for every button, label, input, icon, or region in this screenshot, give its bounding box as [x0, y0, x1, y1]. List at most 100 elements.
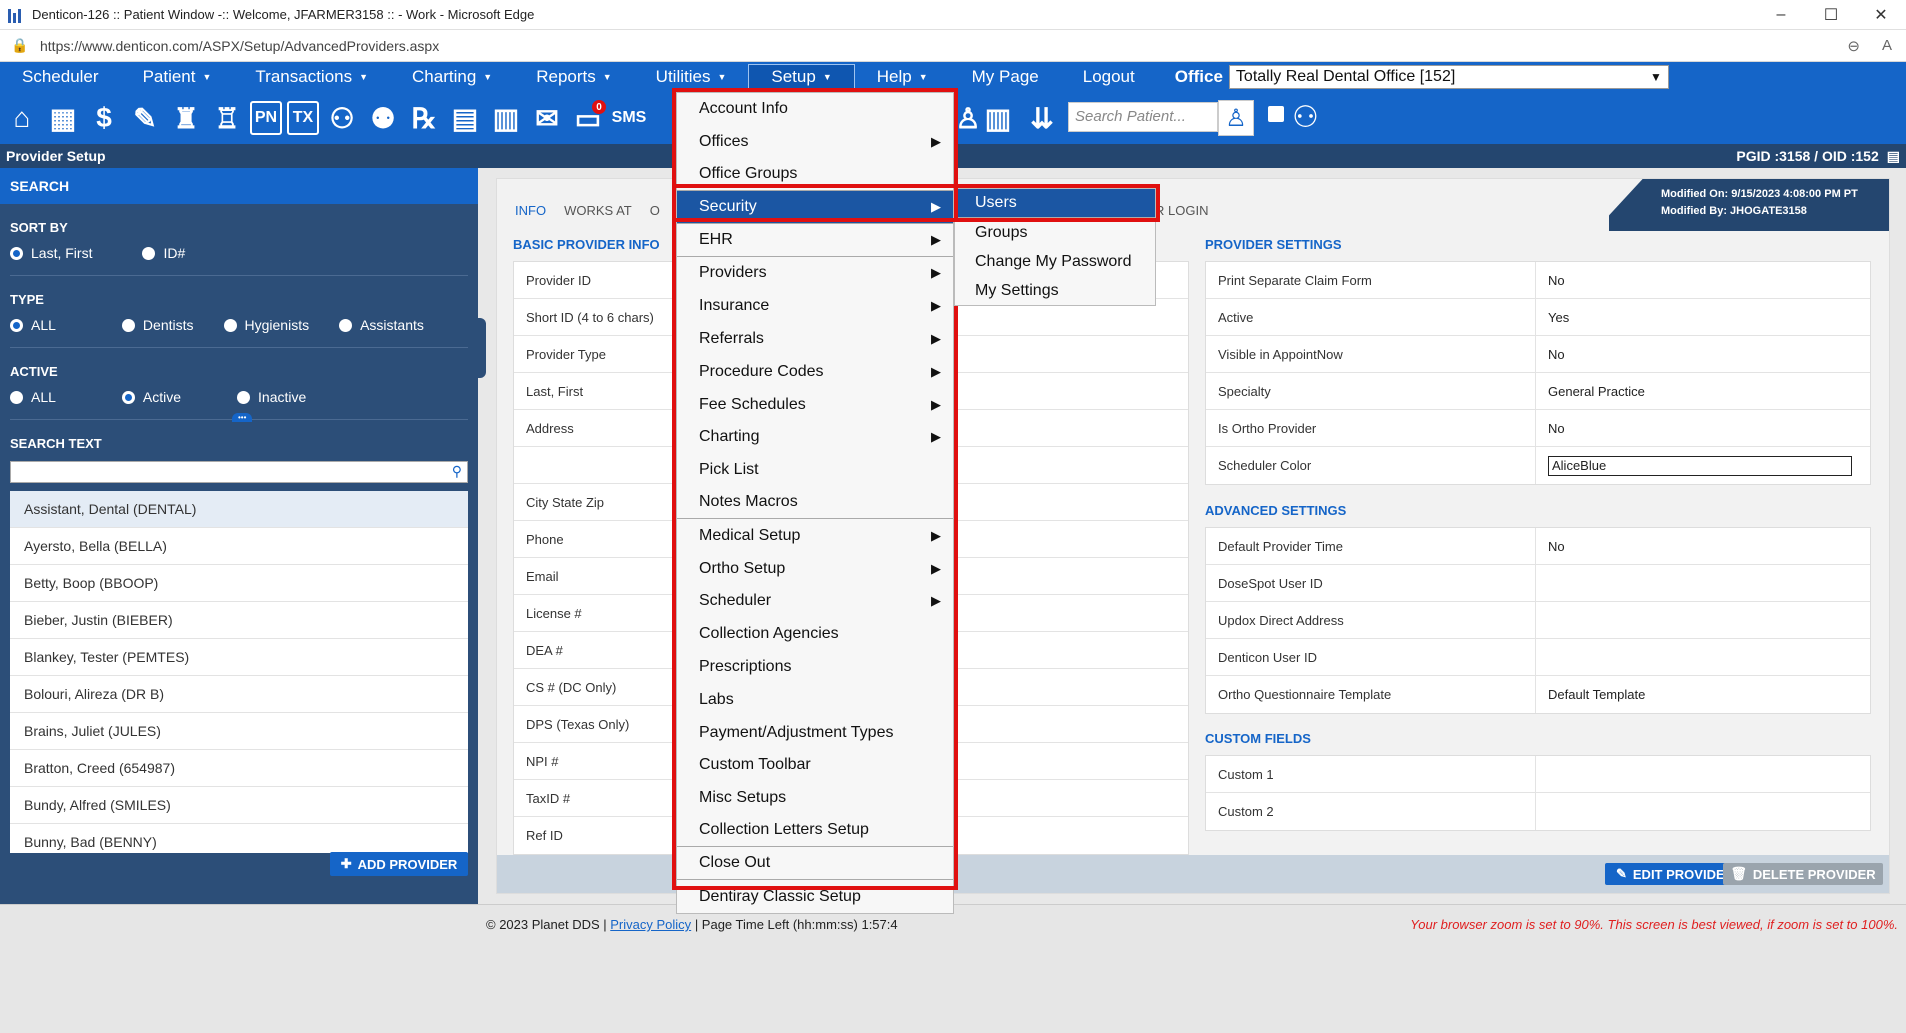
- group-icon[interactable]: ⚇: [1292, 100, 1319, 135]
- tab-works-at[interactable]: WORKS AT: [564, 203, 632, 218]
- radio-active[interactable]: Active: [121, 389, 181, 405]
- nav-reports[interactable]: Reports ▼: [514, 62, 633, 92]
- radio-dentists[interactable]: Dentists: [121, 317, 194, 333]
- setup-menu-labs[interactable]: Labs: [677, 683, 953, 716]
- setup-menu-pick-list[interactable]: Pick List: [677, 454, 953, 487]
- provider-list-item[interactable]: Assistant, Dental (DENTAL): [10, 491, 468, 528]
- toolbar-checkbox[interactable]: [1268, 106, 1284, 122]
- provider-list-item[interactable]: Betty, Boop (BBOOP): [10, 565, 468, 602]
- radio-id-[interactable]: ID#: [142, 245, 185, 261]
- mail-icon[interactable]: ✉: [529, 98, 565, 138]
- security-menu-my-settings[interactable]: My Settings: [955, 276, 1155, 305]
- setup-menu-referrals[interactable]: Referrals ▶: [677, 323, 953, 356]
- menu-item-label: Office Groups: [699, 165, 798, 183]
- printer-icon[interactable]: ▤: [1887, 148, 1900, 165]
- rx-icon[interactable]: ℞: [406, 98, 442, 138]
- setup-menu-offices[interactable]: Offices ▶: [677, 126, 953, 159]
- setup-menu-charting[interactable]: Charting ▶: [677, 421, 953, 454]
- setup-menu-custom-toolbar[interactable]: Custom Toolbar: [677, 749, 953, 782]
- nav-scheduler[interactable]: Scheduler: [0, 62, 121, 92]
- edit-chart-icon[interactable]: ✎: [127, 98, 163, 138]
- tab-login[interactable]: R LOGIN: [1155, 203, 1208, 218]
- more-handle[interactable]: •••: [232, 413, 253, 422]
- patient-search-icon[interactable]: ♙: [1218, 100, 1254, 136]
- add-patient-icon[interactable]: ⚇: [324, 98, 360, 138]
- provider-list-item[interactable]: Bunny, Bad (BENNY): [10, 824, 468, 853]
- setup-menu-account-info[interactable]: Account Info: [677, 93, 953, 126]
- calendar-icon[interactable]: ▦: [45, 98, 81, 138]
- setup-menu-scheduler[interactable]: Scheduler ▶: [677, 585, 953, 618]
- close-button[interactable]: ✕: [1856, 0, 1906, 30]
- provider-list-item[interactable]: Bolouri, Alireza (DR B): [10, 676, 468, 713]
- setup-menu-dentiray-classic-setup[interactable]: Dentiray Classic Setup: [677, 880, 953, 913]
- setup-menu-close-out[interactable]: Close Out: [677, 847, 953, 881]
- setup-menu-collection-letters-setup[interactable]: Collection Letters Setup: [677, 815, 953, 848]
- nav-my-page[interactable]: My Page: [950, 62, 1061, 92]
- search-text-input[interactable]: ⚲: [10, 461, 468, 483]
- tab-info[interactable]: INFO: [515, 203, 546, 218]
- radio-last-first[interactable]: Last, First: [10, 245, 92, 261]
- setup-menu-fee-schedules[interactable]: Fee Schedules ▶: [677, 388, 953, 421]
- privacy-policy-link[interactable]: Privacy Policy: [610, 917, 691, 932]
- maximize-button[interactable]: ☐: [1806, 0, 1856, 30]
- office-select[interactable]: Totally Real Dental Office [152] ▼: [1228, 65, 1669, 89]
- nav-help[interactable]: Help ▼: [855, 62, 950, 92]
- read-aloud-icon[interactable]: A: [1882, 37, 1892, 55]
- chevrons-down-icon[interactable]: ⇊: [1024, 98, 1060, 138]
- sms-icon[interactable]: SMS: [611, 98, 647, 138]
- delete-provider-button[interactable]: 🗑 DELETE PROVIDER: [1723, 863, 1883, 885]
- minimize-button[interactable]: –: [1756, 0, 1806, 30]
- setup-menu-payment-adjustment-types[interactable]: Payment/Adjustment Types: [677, 716, 953, 749]
- setup-menu-procedure-codes[interactable]: Procedure Codes ▶: [677, 355, 953, 388]
- radio-all[interactable]: ALL: [10, 317, 56, 333]
- pn-icon[interactable]: PN: [250, 101, 282, 135]
- search-patient-input[interactable]: Search Patient...: [1068, 102, 1218, 132]
- provider-list-item[interactable]: Bundy, Alfred (SMILES): [10, 787, 468, 824]
- collapse-panel-handle[interactable]: [478, 318, 486, 378]
- setup-menu-ehr[interactable]: EHR ▶: [677, 224, 953, 257]
- radio-inactive[interactable]: Inactive: [237, 389, 306, 405]
- url-field[interactable]: https://www.denticon.com/ASPX/Setup/Adva…: [40, 38, 1847, 54]
- patient-plus-icon[interactable]: ⚉: [365, 98, 401, 138]
- provider-list-item[interactable]: Bieber, Justin (BIEBER): [10, 602, 468, 639]
- nav-setup[interactable]: Setup ▼: [748, 64, 855, 90]
- tx-icon[interactable]: TX: [287, 101, 319, 135]
- fax-icon[interactable]: ▥: [980, 98, 1016, 138]
- setup-menu-providers[interactable]: Providers ▶: [677, 257, 953, 290]
- zoom-icon[interactable]: ⊖: [1847, 37, 1860, 55]
- provider-list-item[interactable]: Blankey, Tester (PEMTES): [10, 639, 468, 676]
- nav-logout[interactable]: Logout: [1061, 62, 1157, 92]
- teeth-icon[interactable]: ♖: [209, 98, 245, 138]
- setup-menu-office-groups[interactable]: Office Groups: [677, 159, 953, 192]
- security-menu-users[interactable]: Users: [955, 189, 1155, 218]
- print-icon[interactable]: ▥: [488, 98, 524, 138]
- dollar-icon[interactable]: $: [86, 98, 122, 138]
- setup-menu-security[interactable]: Security ▶: [677, 191, 953, 225]
- setup-menu-misc-setups[interactable]: Misc Setups: [677, 782, 953, 815]
- radio-all[interactable]: ALL: [10, 389, 56, 405]
- tab-o[interactable]: O: [650, 203, 660, 218]
- setup-menu-notes-macros[interactable]: Notes Macros: [677, 487, 953, 520]
- security-menu-groups[interactable]: Groups: [955, 218, 1155, 247]
- setup-menu-insurance[interactable]: Insurance ▶: [677, 290, 953, 323]
- tooth-icon[interactable]: ♜: [168, 98, 204, 138]
- setup-menu-ortho-setup[interactable]: Ortho Setup ▶: [677, 552, 953, 585]
- nav-patient[interactable]: Patient ▼: [121, 62, 234, 92]
- nav-transactions[interactable]: Transactions ▼: [233, 62, 390, 92]
- setup-menu-collection-agencies[interactable]: Collection Agencies: [677, 618, 953, 651]
- radio-assistants[interactable]: Assistants: [339, 317, 424, 333]
- home-icon[interactable]: ⌂: [4, 98, 40, 138]
- nav-charting[interactable]: Charting ▼: [390, 62, 514, 92]
- add-provider-button[interactable]: ✚ ADD PROVIDER: [330, 852, 468, 876]
- message-icon[interactable]: ▭ 0: [570, 98, 606, 138]
- nav-utilities[interactable]: Utilities ▼: [634, 62, 749, 92]
- provider-list-item[interactable]: Bratton, Creed (654987): [10, 750, 468, 787]
- provider-list-item[interactable]: Ayersto, Bella (BELLA): [10, 528, 468, 565]
- provider-list-item[interactable]: Brains, Juliet (JULES): [10, 713, 468, 750]
- search-icon[interactable]: ⚲: [452, 463, 462, 480]
- security-menu-change-my-password[interactable]: Change My Password: [955, 247, 1155, 276]
- document-icon[interactable]: ▤: [447, 98, 483, 138]
- setup-menu-medical-setup[interactable]: Medical Setup ▶: [677, 519, 953, 552]
- radio-hygienists[interactable]: Hygienists: [223, 317, 309, 333]
- setup-menu-prescriptions[interactable]: Prescriptions: [677, 651, 953, 684]
